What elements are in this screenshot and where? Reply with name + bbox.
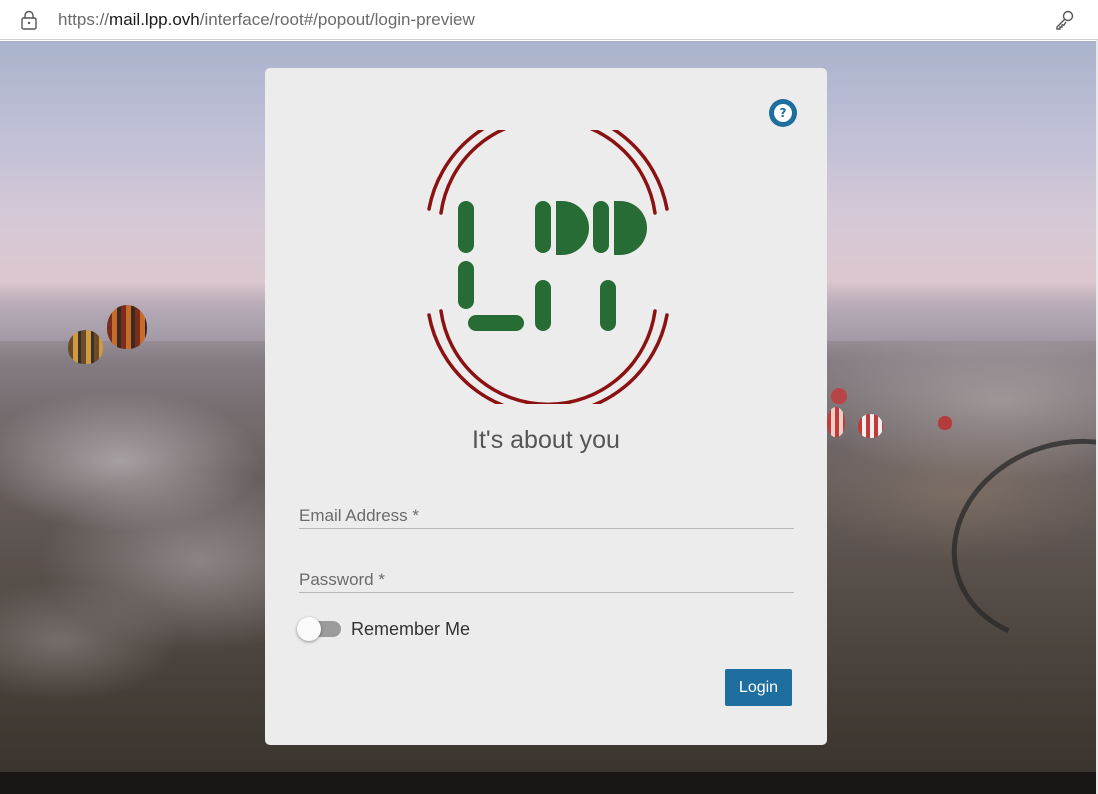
balloon	[858, 414, 883, 438]
url-path: /interface/root#/popout/login-preview	[199, 10, 475, 29]
lock-icon	[21, 10, 37, 30]
login-card: ? It's about you Email Address * Remembe…	[265, 68, 827, 745]
toggle-knob	[297, 617, 321, 641]
tagline: It's about you	[472, 426, 620, 454]
balloon	[68, 330, 103, 364]
url-host: mail.lpp.ovh	[109, 10, 200, 29]
balloon	[107, 305, 147, 349]
help-icon[interactable]: ?	[769, 99, 797, 127]
password-field[interactable]	[299, 561, 794, 593]
password-input[interactable]	[299, 561, 794, 592]
url-scheme: https://	[58, 10, 110, 29]
email-input[interactable]	[299, 497, 794, 528]
balloon	[938, 416, 952, 430]
email-field[interactable]	[299, 497, 794, 529]
url-text[interactable]: https://mail.lpp.ovh/interface/root#/pop…	[58, 10, 475, 30]
address-bar[interactable]: https://mail.lpp.ovh/interface/root#/pop…	[0, 0, 1098, 40]
help-icon-symbol: ?	[774, 104, 792, 122]
login-button[interactable]: Login	[725, 669, 792, 706]
remember-me-label[interactable]: Remember Me	[351, 619, 470, 640]
balloon	[827, 407, 845, 437]
remember-me-toggle[interactable]	[297, 617, 341, 641]
balloon	[831, 388, 847, 404]
key-icon[interactable]	[1054, 9, 1076, 31]
lpp-logo	[427, 130, 669, 404]
background-bottom-bar	[0, 772, 1096, 794]
